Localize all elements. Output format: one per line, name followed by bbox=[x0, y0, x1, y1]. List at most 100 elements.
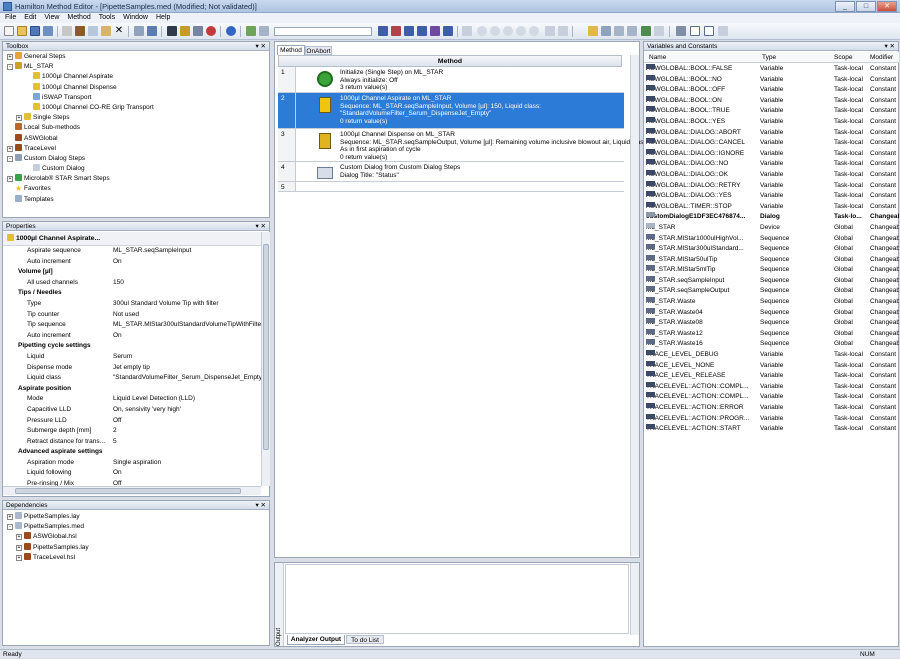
view-toggle-icon[interactable] bbox=[676, 26, 686, 36]
print-icon[interactable] bbox=[62, 26, 72, 36]
menu-view[interactable]: View bbox=[39, 13, 62, 21]
layout-icon[interactable] bbox=[180, 26, 190, 36]
zoom-fit-icon[interactable] bbox=[503, 26, 513, 36]
variable-row[interactable]: ASWGLOBAL::BOOL::OFF Variable Task-local Co… bbox=[644, 85, 899, 96]
property-row[interactable]: Aspiration mode Single aspiration bbox=[3, 458, 261, 469]
tab-onabort[interactable]: OnAbort bbox=[305, 46, 332, 55]
variable-row[interactable]: ML_STAR.Waste12 Sequence Global Changeable bbox=[644, 328, 899, 340]
expand-toggle-icon[interactable]: - bbox=[7, 524, 13, 531]
zoom-out-icon[interactable] bbox=[490, 26, 500, 36]
property-group[interactable]: Pipetting cycle settings bbox=[3, 341, 261, 352]
property-value[interactable]: "StandardVolumeFilter_Serum_DispenseJet_… bbox=[113, 373, 261, 384]
menu-edit[interactable]: Edit bbox=[19, 13, 39, 21]
sub-method-icon[interactable] bbox=[193, 26, 203, 36]
list-icon[interactable] bbox=[558, 26, 568, 36]
col-scope[interactable]: Scope bbox=[834, 52, 852, 63]
step-over-icon[interactable] bbox=[259, 26, 269, 36]
view-detail-icon[interactable] bbox=[718, 26, 728, 36]
property-row[interactable]: Liquid following On bbox=[3, 468, 261, 479]
variable-row[interactable]: ASWGLOBAL::DIALOG::CANCEL Variable Task-lo… bbox=[644, 138, 899, 149]
variable-row[interactable]: TRACE_LEVEL_RELEASE Variable Task-local Con… bbox=[644, 371, 899, 382]
toolbox-item[interactable]: 1000µl Channel Aspirate bbox=[7, 72, 265, 82]
variable-row[interactable]: ASWGLOBAL::DIALOG::YES Variable Task-local… bbox=[644, 191, 899, 202]
maximize-button[interactable]: □ bbox=[856, 1, 876, 12]
property-value[interactable]: Liquid Level Detection (LLD) bbox=[113, 394, 261, 405]
help-icon[interactable] bbox=[226, 26, 236, 36]
toolbox-item[interactable]: Templates bbox=[7, 194, 265, 205]
property-row[interactable]: Aspirate sequence ML_STAR.seqSampleInput bbox=[3, 246, 261, 257]
variable-row[interactable]: ML_STAR.Waste04 Sequence Global Changeable bbox=[644, 307, 899, 319]
save-all-icon[interactable] bbox=[43, 26, 53, 36]
property-value[interactable]: On, sensivity 'very high' bbox=[113, 405, 261, 416]
expand-toggle-icon[interactable]: + bbox=[7, 145, 13, 152]
property-row[interactable]: Tip counter Not used bbox=[3, 310, 261, 321]
method-step[interactable]: 2 1000µl Channel Aspirate on ML_STAR Seque… bbox=[278, 93, 624, 129]
grid-icon[interactable] bbox=[545, 26, 555, 36]
stop-icon[interactable] bbox=[206, 26, 216, 36]
variables-close-icon[interactable]: ▾ ✕ bbox=[884, 42, 895, 51]
property-row[interactable]: Auto increment On bbox=[3, 257, 261, 268]
variable-row[interactable]: customDialogE1DF3EC476874... Dialog Task-l… bbox=[644, 212, 899, 223]
variable-row[interactable]: TRACELEVEL::ACTION::START Variable Task-lo… bbox=[644, 424, 899, 435]
variable-row[interactable]: ML_STAR.MlStar50ulTip Sequence Global Chang… bbox=[644, 254, 899, 266]
property-row[interactable]: Tip sequence ML_STAR.MlStar300ulStandardV… bbox=[3, 320, 261, 331]
property-value[interactable]: Single aspiration bbox=[113, 458, 261, 469]
expand-toggle-icon[interactable]: + bbox=[16, 534, 22, 541]
toolbox-item[interactable]: - Custom Dialog Steps bbox=[7, 153, 265, 164]
variable-row[interactable]: ML_STAR.seqSampleInput Sequence Global Chan… bbox=[644, 275, 899, 287]
check-icon[interactable] bbox=[641, 26, 651, 36]
expand-toggle-icon[interactable]: + bbox=[7, 54, 13, 60]
save-icon[interactable] bbox=[30, 26, 40, 36]
property-row[interactable]: Dispense mode Jet empty tip bbox=[3, 363, 261, 374]
output-icon[interactable] bbox=[654, 26, 664, 36]
property-group[interactable]: Advanced aspirate settings bbox=[3, 447, 261, 458]
method-step[interactable]: 4 Custom Dialog from Custom Dialog Steps D… bbox=[278, 162, 624, 182]
view-list-icon[interactable] bbox=[704, 26, 714, 36]
expand-toggle-icon[interactable]: + bbox=[16, 554, 22, 561]
property-row[interactable]: Submerge depth [mm] 2 bbox=[3, 426, 261, 437]
property-value[interactable]: 150 bbox=[113, 278, 261, 289]
toolbox-item[interactable]: ★ Favorites bbox=[7, 184, 265, 194]
dependency-item[interactable]: - PipetteSamples.med bbox=[7, 522, 265, 532]
property-row[interactable]: Capacitive LLD On, sensivity 'very high' bbox=[3, 405, 261, 416]
method-vscrollbar[interactable] bbox=[630, 55, 639, 556]
variable-row[interactable]: ASWGLOBAL::BOOL::YES Variable Task-local Co… bbox=[644, 116, 899, 128]
expand-toggle-icon[interactable]: - bbox=[7, 64, 13, 71]
property-value[interactable]: ML_STAR.seqSampleInput bbox=[113, 246, 261, 257]
zoom-in-icon[interactable] bbox=[477, 26, 487, 36]
properties-close-icon[interactable]: ▾ ✕ bbox=[255, 222, 266, 231]
variable-row[interactable]: ML_STAR.MlStar1000ulHighVol... Sequence Gl… bbox=[644, 233, 899, 245]
toolbox-item[interactable]: + General Steps bbox=[7, 52, 265, 62]
property-value[interactable]: 5 bbox=[113, 437, 261, 448]
toolbox-item[interactable]: + Microlab® STAR Smart Steps bbox=[7, 174, 265, 184]
property-value[interactable]: On bbox=[113, 331, 261, 342]
if-else-icon[interactable] bbox=[417, 26, 427, 36]
tab-analyzer-output[interactable]: Analyzer Output bbox=[287, 635, 345, 645]
open-folder-icon[interactable] bbox=[17, 26, 27, 36]
toolbox-item[interactable]: ASWGlobal bbox=[7, 133, 265, 144]
dependency-item[interactable]: + TraceLevel.hsl bbox=[7, 552, 265, 563]
toolbox-item[interactable]: - ML_STAR bbox=[7, 62, 265, 72]
variable-row[interactable]: ASWGLOBAL::DIALOG::RETRY Variable Task-loc… bbox=[644, 180, 899, 192]
properties-icon[interactable] bbox=[588, 26, 598, 36]
variable-row[interactable]: ASWGLOBAL::TIMER::STOP Variable Task-local… bbox=[644, 201, 899, 213]
method-step[interactable]: 5 bbox=[278, 182, 624, 192]
find-icon[interactable] bbox=[134, 26, 144, 36]
col-name[interactable]: Name bbox=[649, 52, 666, 63]
menu-method[interactable]: Method bbox=[62, 13, 93, 21]
property-value[interactable]: Serum bbox=[113, 352, 261, 363]
variable-row[interactable]: ASWGLOBAL::DIALOG::NO Variable Task-local C… bbox=[644, 159, 899, 170]
property-row[interactable]: Auto increment On bbox=[3, 331, 261, 342]
variable-row[interactable]: TRACE_LEVEL_DEBUG Variable Task-local Const… bbox=[644, 350, 899, 361]
expand-toggle-icon[interactable]: - bbox=[7, 155, 13, 162]
output-text-area[interactable] bbox=[285, 564, 629, 634]
step-name-combo[interactable] bbox=[274, 27, 372, 36]
variable-row[interactable]: ML_STAR.MlStar5mlTip Sequence Global Change… bbox=[644, 265, 899, 276]
variable-row[interactable]: TRACELEVEL::ACTION::ERROR Variable Task-lo… bbox=[644, 403, 899, 414]
property-value[interactable]: Off bbox=[113, 479, 261, 486]
dependency-item[interactable]: + PipetteSamples.lay bbox=[7, 512, 265, 522]
dependencies-icon[interactable] bbox=[627, 26, 637, 36]
dependency-item[interactable]: + ASWGlobal.hsl bbox=[7, 532, 265, 542]
property-row[interactable]: Pre-rinsing / Mix Off bbox=[3, 479, 261, 486]
property-row[interactable]: Mode Liquid Level Detection (LLD) bbox=[3, 394, 261, 405]
